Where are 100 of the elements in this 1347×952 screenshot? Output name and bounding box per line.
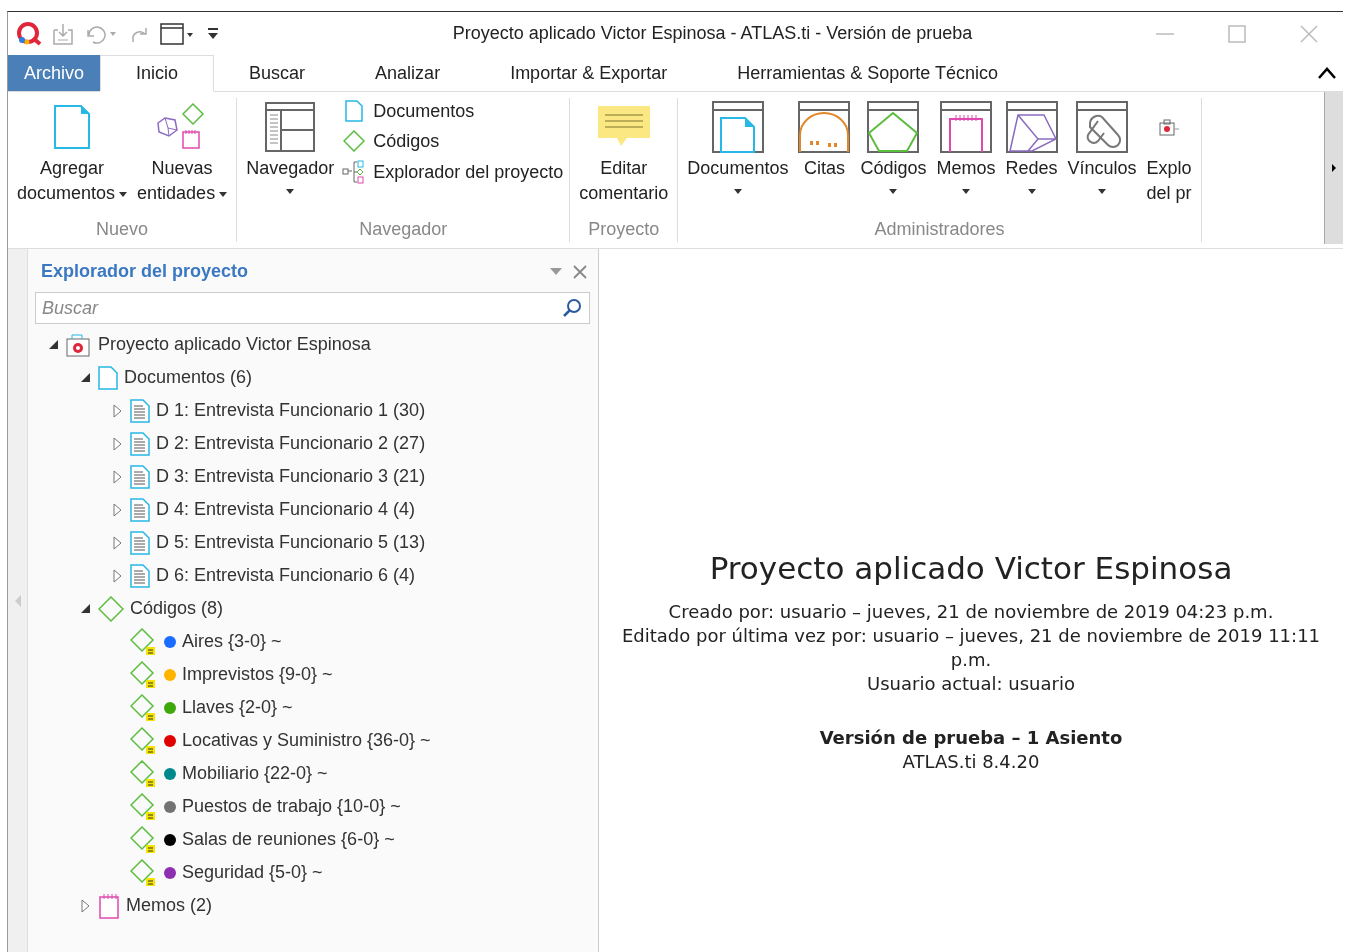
- close-icon[interactable]: [1299, 23, 1319, 44]
- customize-arrow-icon[interactable]: [206, 26, 220, 41]
- ribbon-button[interactable]: Citas: [795, 98, 854, 219]
- ribbon-tab[interactable]: Inicio: [100, 55, 215, 92]
- search-icon[interactable]: [562, 298, 582, 318]
- tree-item[interactable]: Códigos (8): [130, 598, 224, 619]
- ribbon-tab[interactable]: Buscar: [214, 55, 341, 91]
- code-comment-icon: [130, 825, 158, 854]
- collapse-arrow-icon[interactable]: [80, 602, 92, 615]
- undo-icon[interactable]: [84, 23, 118, 44]
- expand-arrow-icon[interactable]: [112, 403, 124, 418]
- code-comment-icon: [130, 660, 158, 689]
- code-comment-icon: [130, 792, 158, 821]
- tree-item[interactable]: D 3: Entrevista Funcionario 3 (21): [156, 466, 426, 487]
- tree-item[interactable]: Imprevistos {9-0} ~: [182, 664, 333, 685]
- expand-arrow-icon[interactable]: [112, 568, 124, 583]
- close-icon[interactable]: [572, 263, 588, 280]
- ribbon-tab[interactable]: Herramientas & Soporte Técnico: [702, 55, 1033, 91]
- ribbon-button[interactable]: Editar comentario: [576, 98, 672, 219]
- file-tab[interactable]: Archivo: [8, 55, 101, 91]
- group-label: Nuevo: [95, 219, 150, 241]
- tree-item[interactable]: D 2: Entrevista Funcionario 2 (27): [156, 433, 426, 454]
- network-manager-icon: [1005, 101, 1058, 153]
- ribbon-scroll-button[interactable]: [1324, 92, 1343, 244]
- version-text: ATLAS.ti 8.4.20: [902, 750, 1040, 774]
- dropdown-arrow-icon[interactable]: [119, 191, 128, 197]
- document-icon: [52, 105, 93, 149]
- text-document-icon: [130, 464, 150, 489]
- text-document-icon: [130, 431, 150, 456]
- code-comment-icon: [130, 858, 158, 887]
- info-line: Creado por: usuario – jueves, 21 de noviembre de 2019 04:23 p.m.: [668, 600, 1274, 624]
- ribbon-button[interactable]: Documentos: [341, 100, 564, 122]
- collapse-arrow-icon[interactable]: [48, 338, 60, 351]
- ribbon-button[interactable]: Agregar documentos: [14, 98, 131, 219]
- ribbon-button[interactable]: Vínculos: [1064, 98, 1140, 219]
- ribbon-button[interactable]: Códigos: [857, 98, 930, 219]
- ribbon-button[interactable]: Memos: [933, 98, 999, 219]
- ribbon-button[interactable]: Explorador del proyecto: [341, 160, 564, 184]
- tree-item[interactable]: Aires {3-0} ~: [182, 631, 282, 652]
- ribbon-button[interactable]: Navegador: [243, 98, 338, 219]
- dropdown-arrow-icon[interactable]: [1098, 189, 1107, 194]
- tree-item[interactable]: Proyecto aplicado Victor Espinosa: [98, 334, 371, 355]
- save-icon[interactable]: [52, 21, 74, 46]
- explorer-icon: [342, 160, 367, 184]
- ribbon-button[interactable]: Nuevas entidades: [134, 98, 231, 219]
- tree-item[interactable]: D 6: Entrevista Funcionario 6 (4): [156, 565, 416, 586]
- document-icon: [98, 365, 118, 390]
- window-layout-icon[interactable]: [160, 21, 196, 46]
- ribbon-tab[interactable]: Importar & Exportar: [475, 55, 703, 91]
- expand-arrow-icon[interactable]: [80, 898, 92, 913]
- tree-item[interactable]: Locativas y Suministro {36-0} ~: [182, 730, 431, 751]
- expand-arrow-icon[interactable]: [112, 436, 124, 451]
- diamond-icon: [98, 595, 124, 622]
- tree-item[interactable]: Mobiliario {22-0} ~: [182, 763, 328, 784]
- text-document-icon: [130, 398, 150, 423]
- tree-item[interactable]: Llaves {2-0} ~: [182, 697, 293, 718]
- document-manager-icon: [711, 101, 764, 153]
- link-manager-icon: [1076, 101, 1129, 153]
- dropdown-arrow-icon[interactable]: [733, 189, 742, 194]
- info-line: Editado por última vez por: usuario – jueves, 21 de noviembre de 2019 11:11 p.m.: [620, 624, 1322, 672]
- ribbon-button[interactable]: Redes: [1002, 98, 1061, 219]
- tree-item[interactable]: Seguridad {5-0} ~: [182, 862, 323, 883]
- search-field[interactable]: Buscar: [35, 292, 590, 324]
- dropdown-arrow-icon[interactable]: [889, 189, 898, 194]
- expand-arrow-icon[interactable]: [112, 469, 124, 484]
- diamond-icon: [343, 130, 366, 152]
- tree-item[interactable]: Memos (2): [126, 895, 212, 916]
- tree-item[interactable]: Documentos (6): [124, 367, 253, 388]
- tree-item[interactable]: D 4: Entrevista Funcionario 4 (4): [156, 499, 416, 520]
- project-title: Proyecto aplicado Victor Espinosa: [709, 549, 1233, 588]
- window-title: Proyecto aplicado Victor Espinosa - ATLAS.ti - Versión de prueba: [451, 23, 974, 44]
- collapse-arrow-icon[interactable]: [80, 371, 92, 384]
- tree-item[interactable]: D 1: Entrevista Funcionario 1 (30): [156, 400, 426, 421]
- app-logo-icon[interactable]: [16, 21, 42, 46]
- project-icon: [66, 332, 92, 357]
- project-icon: [1158, 117, 1181, 137]
- dropdown-icon[interactable]: [550, 267, 562, 276]
- collapse-ribbon-icon[interactable]: [1317, 66, 1337, 80]
- ribbon-button[interactable]: Códigos: [341, 130, 564, 152]
- dropdown-arrow-icon[interactable]: [961, 189, 970, 194]
- text-document-icon: [130, 497, 150, 522]
- expand-arrow-icon[interactable]: [112, 502, 124, 517]
- license-text: Versión de prueba – 1 Asiento: [819, 726, 1123, 750]
- panel-title: Explorador del proyecto: [41, 261, 250, 282]
- code-comment-icon: [130, 693, 158, 722]
- ribbon-button[interactable]: Explo del pr: [1143, 98, 1195, 219]
- dropdown-arrow-icon[interactable]: [286, 189, 295, 194]
- memo-manager-icon: [939, 101, 992, 153]
- expand-arrow-icon[interactable]: [112, 535, 124, 550]
- text-document-icon: [130, 530, 150, 555]
- group-label: Administradores: [873, 219, 1006, 241]
- dropdown-arrow-icon[interactable]: [1027, 189, 1036, 194]
- dropdown-arrow-icon[interactable]: [219, 191, 228, 197]
- tree-item[interactable]: Salas de reuniones {6-0} ~: [182, 829, 395, 850]
- ribbon-tab[interactable]: Analizar: [340, 55, 476, 91]
- quote-manager-icon: [798, 101, 851, 153]
- ribbon-button[interactable]: Documentos: [684, 98, 792, 219]
- code-comment-icon: [130, 726, 158, 755]
- tree-item[interactable]: D 5: Entrevista Funcionario 5 (13): [156, 532, 426, 553]
- tree-item[interactable]: Puestos de trabajo {10-0} ~: [182, 796, 401, 817]
